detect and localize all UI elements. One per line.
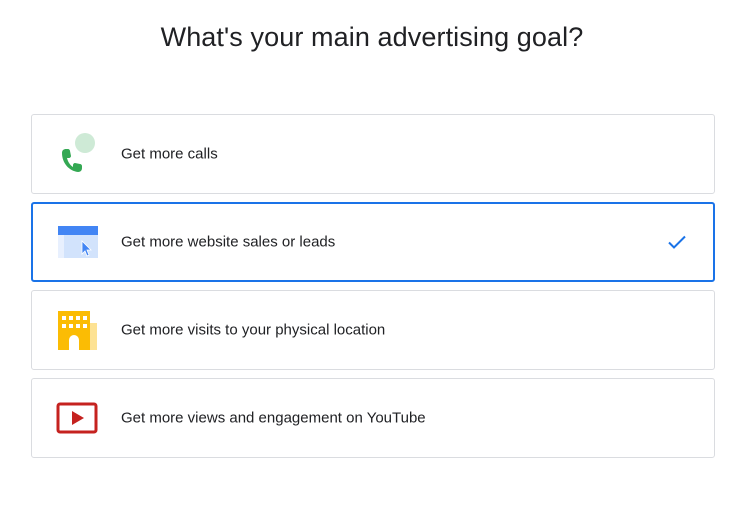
- checkmark-icon: [667, 232, 687, 252]
- youtube-play-icon: [54, 395, 100, 441]
- goal-option-label: Get more website sales or leads: [121, 233, 336, 251]
- goal-option-label: Get more calls: [121, 145, 218, 163]
- goal-option-label: Get more views and engagement on YouTube: [121, 409, 426, 427]
- store-building-icon: [54, 307, 100, 353]
- goal-options-list: Get more calls Get more website sales or…: [31, 114, 715, 466]
- goal-option-label: Get more visits to your physical locatio…: [121, 321, 386, 339]
- goal-option-calls[interactable]: Get more calls: [31, 114, 715, 194]
- goal-option-youtube[interactable]: Get more views and engagement on YouTube: [31, 378, 715, 458]
- website-cursor-icon: [54, 219, 100, 265]
- phone-call-icon: [54, 131, 100, 177]
- goal-option-website[interactable]: Get more website sales or leads: [31, 202, 715, 282]
- goal-option-location[interactable]: Get more visits to your physical locatio…: [31, 290, 715, 370]
- page-title: What's your main advertising goal?: [160, 22, 584, 52]
